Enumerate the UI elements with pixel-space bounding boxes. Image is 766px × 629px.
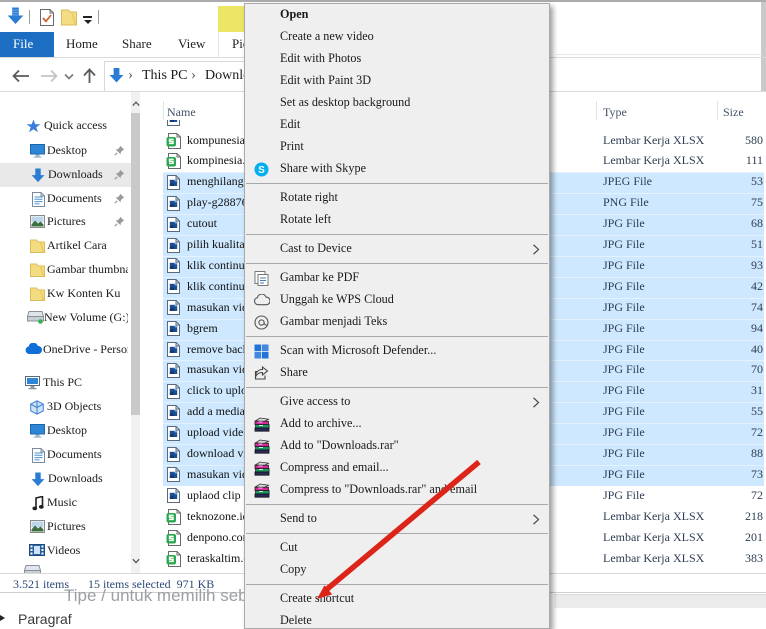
svg-text:S: S bbox=[258, 165, 265, 176]
